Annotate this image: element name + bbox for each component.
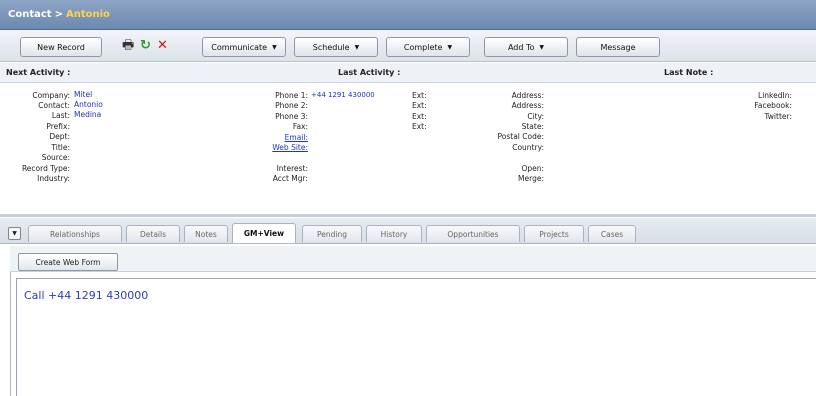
last-note-label: Last Note : — [664, 68, 714, 77]
breadcrumb-separator: > — [54, 9, 63, 20]
new-record-button[interactable]: New Record — [20, 37, 102, 57]
country-label: Country: — [512, 143, 544, 152]
tab-label: Cases — [600, 229, 624, 239]
web-site-link[interactable]: Web Site: — [272, 142, 308, 153]
create-web-form-label: Create Web Form — [35, 257, 101, 267]
gm-view-toolbar — [10, 246, 816, 272]
chevron-down-icon: ▼ — [354, 43, 360, 51]
breadcrumb: Contact > Antonio — [8, 9, 110, 20]
tab-cases[interactable]: Cases — [588, 225, 636, 242]
breadcrumb-section[interactable]: Contact — [8, 9, 52, 20]
tab-label: Pending — [317, 229, 347, 239]
chevron-down-icon: ▼ — [272, 43, 277, 51]
tab-label: Relationships — [50, 229, 100, 239]
tab-label: Notes — [195, 229, 217, 239]
phone2-ext-label: Ext: — [412, 101, 427, 110]
dept-label: Dept: — [49, 132, 70, 141]
new-record-label: New Record — [37, 42, 85, 52]
complete-menu-button[interactable]: Complete ▼ — [386, 37, 470, 57]
create-web-form-button[interactable]: Create Web Form — [18, 253, 118, 271]
gm-view-text: Call +44 1291 430000 — [24, 289, 149, 302]
facebook-label: Facebook: — [754, 101, 792, 110]
schedule-label: Schedule — [312, 42, 350, 52]
acct-mgr-label: Acct Mgr: — [272, 174, 308, 183]
tab-pending[interactable]: Pending — [302, 225, 362, 242]
add-to-menu-button[interactable]: Add To ▼ — [484, 37, 568, 57]
activity-bar: Next Activity : Last Activity : Last Not… — [0, 63, 816, 83]
next-activity-label: Next Activity : — [6, 68, 71, 77]
tab-label: Projects — [539, 229, 569, 239]
delete-icon[interactable]: ✕ — [157, 39, 168, 52]
last-label: Last: — [51, 111, 70, 120]
phone2-label: Phone 2: — [275, 101, 308, 110]
last-activity-label: Last Activity : — [338, 68, 401, 77]
add-to-label: Add To — [507, 42, 535, 52]
tab-opportunities[interactable]: Opportunities — [426, 225, 520, 242]
source-label: Source: — [41, 153, 70, 162]
merge-label: Merge: — [518, 174, 544, 183]
breadcrumb-contact-name: Antonio — [65, 9, 110, 20]
tab-notes[interactable]: Notes — [184, 225, 228, 242]
title-bar: Contact > Antonio — [0, 0, 816, 30]
refresh-icon[interactable]: ↻ — [140, 39, 151, 52]
tab-label: History — [380, 229, 408, 239]
complete-label: Complete — [403, 42, 443, 52]
tab-label: Opportunities — [447, 229, 499, 239]
tab-relationships[interactable]: Relationships — [28, 225, 122, 242]
communicate-menu-button[interactable]: Communicate ▼ — [202, 37, 286, 57]
address2-label: Address: — [511, 101, 544, 110]
tab-gm-view[interactable]: GM+View — [232, 223, 296, 243]
phone1-value[interactable]: +44 1291 430000 — [311, 90, 375, 101]
chevron-down-icon: ▼ — [447, 43, 453, 51]
message-button[interactable]: Message — [576, 37, 660, 57]
chevron-down-icon: ▼ — [539, 43, 545, 51]
toolbar: New Record 🖶 ↻ ✕ Communicate ▼ Schedule ▼ … — [0, 30, 816, 62]
industry-label: Industry: — [37, 174, 70, 183]
printer-icon[interactable]: 🖶 — [122, 39, 134, 52]
tab-details[interactable]: Details — [126, 225, 180, 242]
twitter-label: Twitter: — [764, 112, 792, 121]
tab-label: GM+View — [243, 229, 285, 238]
communicate-label: Communicate — [211, 42, 268, 52]
message-label: Message — [600, 42, 636, 52]
postal-code-label: Postal Code: — [497, 132, 544, 141]
tab-projects[interactable]: Projects — [524, 225, 584, 242]
tab-strip: ▼ Relationships Details Notes GM+View Pe… — [0, 218, 816, 244]
schedule-menu-button[interactable]: Schedule ▼ — [294, 37, 378, 57]
tab-history[interactable]: History — [366, 225, 422, 242]
fax-ext-label: Ext: — [412, 122, 427, 131]
last-value[interactable]: Medina — [74, 109, 101, 120]
splitter[interactable] — [0, 214, 816, 217]
tab-menu-dropdown-icon[interactable]: ▼ — [8, 227, 21, 240]
fax-label: Fax: — [292, 122, 308, 131]
tab-label: Details — [139, 229, 166, 239]
